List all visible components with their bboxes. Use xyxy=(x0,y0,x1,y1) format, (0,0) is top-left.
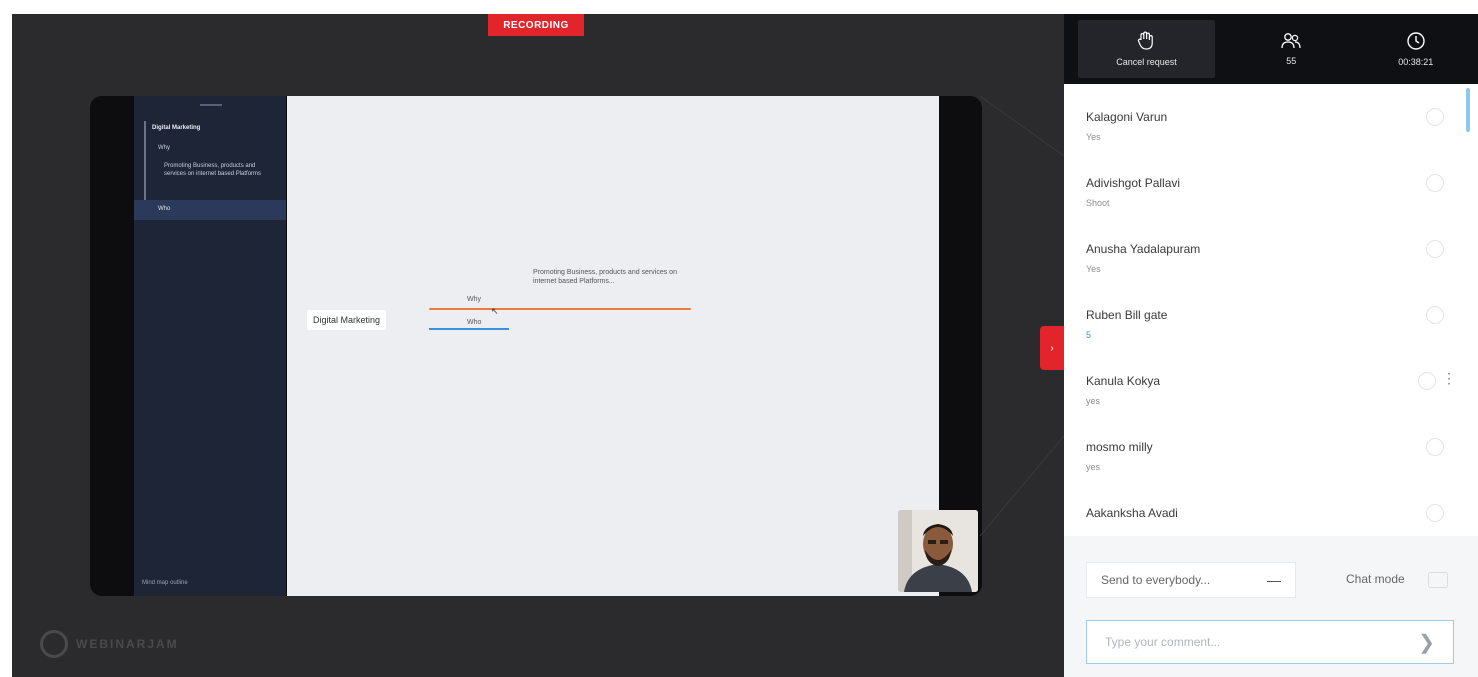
participant-name: Anusha Yadalapuram xyxy=(1086,242,1201,256)
participant-list-scrollbar[interactable] xyxy=(1466,88,1470,132)
timer-display: 00:38:21 xyxy=(1353,14,1478,84)
participant-message: 5 xyxy=(1086,330,1092,340)
chat-mode-label: Chat mode xyxy=(1346,572,1405,586)
participant-row[interactable]: Kanula Kokya yes ⋮ xyxy=(1086,354,1456,420)
outline-selected-label: Who xyxy=(158,206,171,212)
recording-badge: RECORDING xyxy=(488,14,584,36)
send-to-value: Send to everybody... xyxy=(1101,573,1211,587)
webinar-window: RECORDING Digital Marketing Why Promotin… xyxy=(0,0,1478,677)
chat-composer: Send to everybody... — Chat mode Type yo… xyxy=(1064,536,1478,677)
toggle-panel-tab[interactable]: › xyxy=(1040,326,1064,370)
participant-row[interactable]: Ruben Bill gate 5 xyxy=(1086,288,1456,354)
comment-input[interactable]: Type your comment... ❯ xyxy=(1086,620,1454,664)
clock-icon xyxy=(1407,32,1425,50)
send-to-select[interactable]: Send to everybody... — xyxy=(1086,562,1296,598)
participant-select-toggle[interactable] xyxy=(1426,438,1444,456)
participant-select-toggle[interactable] xyxy=(1426,306,1444,324)
panel-toolbar: Cancel request 55 00:38:21 xyxy=(1064,14,1478,84)
cancel-request-button[interactable]: Cancel request xyxy=(1078,20,1215,78)
participant-row[interactable]: Kalagoni Varun Yes xyxy=(1086,90,1456,156)
outline-item-why[interactable]: Why xyxy=(158,144,170,152)
brand-watermark: WEBINARJAM xyxy=(40,630,179,658)
mouse-cursor-icon: ↖ xyxy=(491,306,499,316)
watermark-text: WEBINARJAM xyxy=(76,637,179,651)
participant-message: Yes xyxy=(1086,132,1101,142)
participant-count: 55 xyxy=(1286,56,1297,66)
cancel-request-label: Cancel request xyxy=(1116,57,1177,67)
participants-button[interactable]: 55 xyxy=(1229,14,1354,84)
more-options-icon[interactable]: ⋮ xyxy=(1442,370,1456,387)
comment-placeholder: Type your comment... xyxy=(1105,635,1221,649)
mindmap-node-why[interactable]: Why xyxy=(467,296,481,303)
participant-name: Ruben Bill gate xyxy=(1086,308,1168,322)
chat-mode-toggle[interactable] xyxy=(1428,572,1448,588)
send-arrow-icon[interactable]: ❯ xyxy=(1418,630,1435,655)
participant-message: Yes xyxy=(1086,264,1101,274)
participant-name: Aakanksha Avadi xyxy=(1086,506,1178,520)
slide-outline-sidebar: Digital Marketing Why Promoting Business… xyxy=(134,96,286,596)
participant-select-toggle[interactable] xyxy=(1426,504,1444,522)
outline-marker xyxy=(144,121,146,207)
participant-row[interactable]: Anusha Yadalapuram Yes xyxy=(1086,222,1456,288)
outline-footer: Mind map outline xyxy=(142,580,188,586)
side-panel: Cancel request 55 00:38:21 Kalagoni Varu… xyxy=(1064,14,1478,677)
mindmap-branch-line xyxy=(429,308,691,310)
slide-canvas: Digital Marketing Why Who ↖ Promoting Bu… xyxy=(287,96,939,596)
mindmap-node-description[interactable]: Promoting Business, products and service… xyxy=(533,268,693,286)
people-icon xyxy=(1281,33,1301,49)
outline-item-description[interactable]: Promoting Business, products and service… xyxy=(164,162,278,178)
participant-select-toggle[interactable] xyxy=(1426,174,1444,192)
logo-icon xyxy=(40,630,68,658)
participant-select-toggle[interactable] xyxy=(1426,108,1444,126)
outline-title[interactable]: Digital Marketing xyxy=(152,124,200,132)
participant-select-toggle[interactable] xyxy=(1418,372,1436,390)
mindmap-branch-line-selected xyxy=(429,328,509,330)
mindmap-node-who[interactable]: Who xyxy=(467,319,481,326)
presenter-webcam[interactable] xyxy=(898,510,978,592)
sidebar-grip[interactable] xyxy=(200,104,222,106)
participant-message: Shoot xyxy=(1086,198,1110,208)
participant-name: Kalagoni Varun xyxy=(1086,110,1168,124)
participant-name: Adivishgot Pallavi xyxy=(1086,176,1181,190)
participant-message: yes xyxy=(1086,396,1101,406)
presenter-avatar xyxy=(898,510,978,592)
hand-icon xyxy=(1138,31,1154,50)
participant-list: Kalagoni Varun Yes Adivishgot Pallavi Sh… xyxy=(1064,84,1478,536)
dropdown-icon: — xyxy=(1267,572,1281,588)
timer-value: 00:38:21 xyxy=(1398,57,1434,67)
participant-name: Kanula Kokya xyxy=(1086,374,1161,388)
participant-row[interactable]: mosmo milly yes xyxy=(1086,420,1456,486)
outline-item-selected[interactable]: Who xyxy=(134,200,286,220)
participant-name: mosmo milly xyxy=(1086,440,1153,454)
participant-select-toggle[interactable] xyxy=(1426,240,1444,258)
participant-row[interactable]: Aakanksha Avadi xyxy=(1086,486,1456,536)
participant-message: yes xyxy=(1086,462,1101,472)
mindmap-root-node[interactable]: Digital Marketing xyxy=(307,310,387,330)
participant-row[interactable]: Adivishgot Pallavi Shoot xyxy=(1086,156,1456,222)
